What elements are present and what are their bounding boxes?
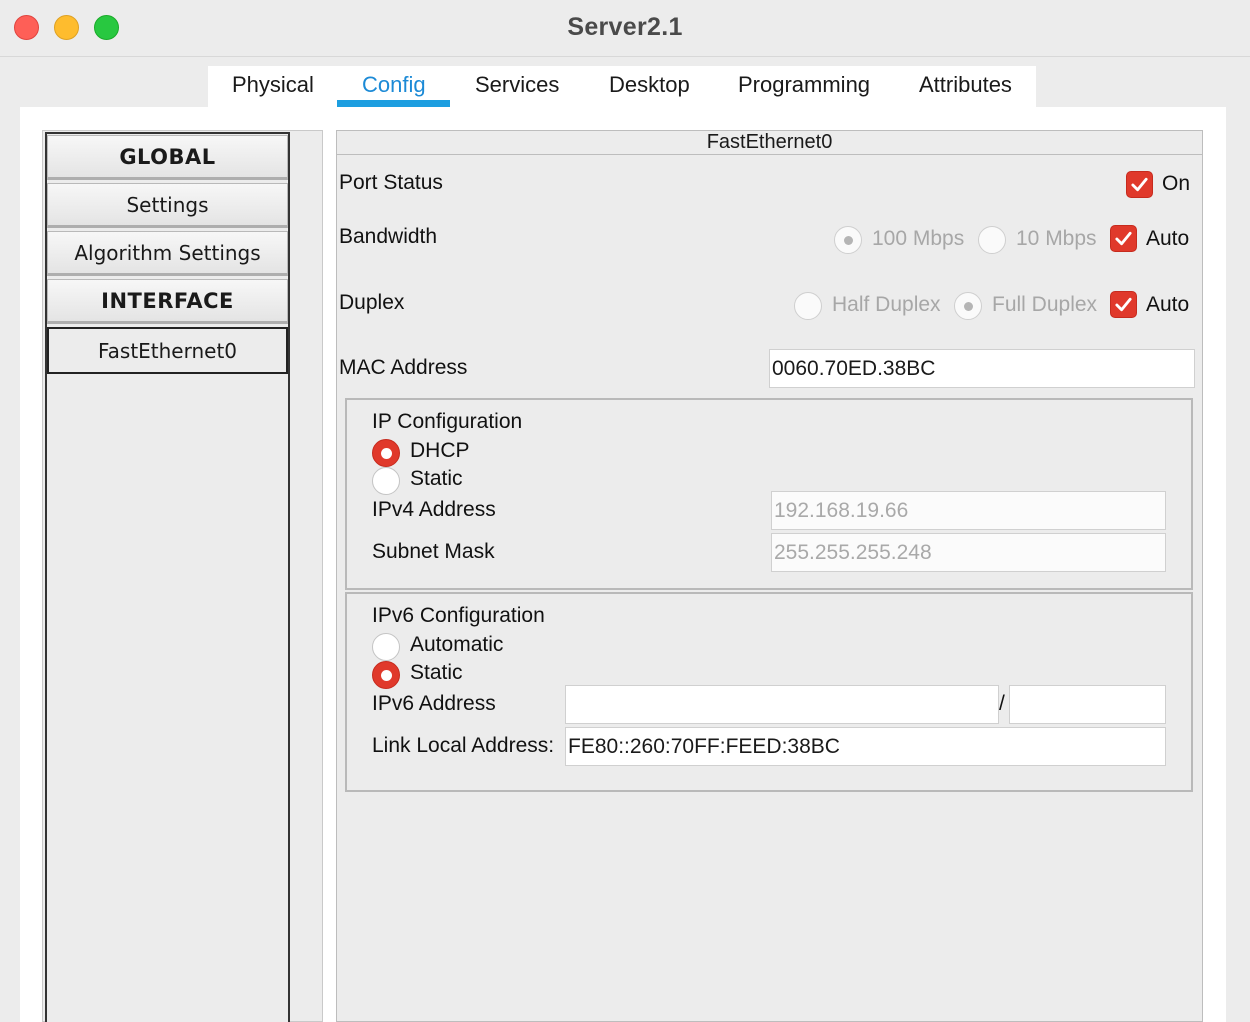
subnet-mask-label: Subnet Mask [372, 540, 495, 563]
checkmark-icon [1131, 177, 1148, 192]
bandwidth-10-label: 10 Mbps [1016, 227, 1097, 250]
ipv6-prefix-input[interactable] [1009, 685, 1166, 724]
tab-services[interactable]: Services [475, 72, 559, 98]
tab-physical[interactable]: Physical [232, 72, 314, 98]
bandwidth-auto-checkbox[interactable] [1110, 225, 1137, 252]
duplex-auto-label: Auto [1146, 293, 1190, 316]
dhcp-label: DHCP [410, 439, 470, 462]
tab-desktop[interactable]: Desktop [609, 72, 690, 98]
bandwidth-100-radio[interactable] [834, 226, 862, 254]
ipv6-address-input[interactable] [565, 685, 999, 724]
duplex-half-label: Half Duplex [832, 293, 941, 316]
duplex-full-label: Full Duplex [992, 293, 1098, 316]
link-local-address-label: Link Local Address: [372, 734, 555, 757]
window-title: Server2.1 [567, 13, 683, 41]
ipv6-configuration-title: IPv6 Configuration [372, 604, 545, 627]
ipv6-address-label: IPv6 Address [372, 692, 496, 715]
bandwidth-auto-label: Auto [1146, 227, 1190, 250]
bandwidth-10-radio[interactable] [978, 226, 1006, 254]
bandwidth-label: Bandwidth [339, 225, 438, 248]
ipv4-address-input[interactable]: 192.168.19.66 [771, 491, 1166, 530]
active-tab-indicator [337, 100, 450, 107]
sidebar-item-settings[interactable]: Settings [47, 183, 288, 228]
mac-address-input[interactable]: 0060.70ED.38BC [769, 349, 1195, 388]
ipv6-automatic-label: Automatic [410, 633, 504, 656]
ipv6-static-radio[interactable] [372, 661, 400, 689]
ipv6-static-label: Static [410, 661, 463, 684]
tab-attributes[interactable]: Attributes [919, 72, 1012, 98]
ipv4-static-radio[interactable] [372, 467, 400, 495]
port-status-on-checkbox[interactable] [1126, 171, 1153, 198]
prefix-separator: / [999, 692, 1005, 715]
sidebar-header-interface[interactable]: INTERFACE [47, 279, 288, 324]
dhcp-radio[interactable] [372, 439, 400, 467]
sidebar-item-fastethernet0[interactable]: FastEthernet0 [47, 327, 288, 374]
duplex-label: Duplex [339, 291, 405, 314]
subnet-mask-input[interactable]: 255.255.255.248 [771, 533, 1166, 572]
ipv4-address-label: IPv4 Address [372, 498, 496, 521]
ipv6-automatic-radio[interactable] [372, 633, 400, 661]
checkmark-icon [1115, 297, 1132, 312]
bandwidth-100-label: 100 Mbps [872, 227, 965, 250]
ipv4-static-label: Static [410, 467, 463, 490]
ip-configuration-title: IP Configuration [372, 410, 523, 433]
duplex-full-radio[interactable] [954, 292, 982, 320]
port-status-on-label: On [1162, 172, 1191, 195]
sidebar-item-algorithm-settings[interactable]: Algorithm Settings [47, 231, 288, 276]
sidebar-header-global[interactable]: GLOBAL [47, 135, 288, 180]
checkmark-icon [1115, 231, 1132, 246]
duplex-auto-checkbox[interactable] [1110, 291, 1137, 318]
link-local-address-input[interactable]: FE80::260:70FF:FEED:38BC [565, 727, 1166, 766]
duplex-half-radio[interactable] [794, 292, 822, 320]
panel-title: FastEthernet0 [337, 131, 1202, 155]
tab-programming[interactable]: Programming [738, 72, 870, 98]
port-status-label: Port Status [339, 171, 443, 194]
tab-config[interactable]: Config [362, 72, 426, 98]
mac-address-label: MAC Address [339, 356, 468, 379]
